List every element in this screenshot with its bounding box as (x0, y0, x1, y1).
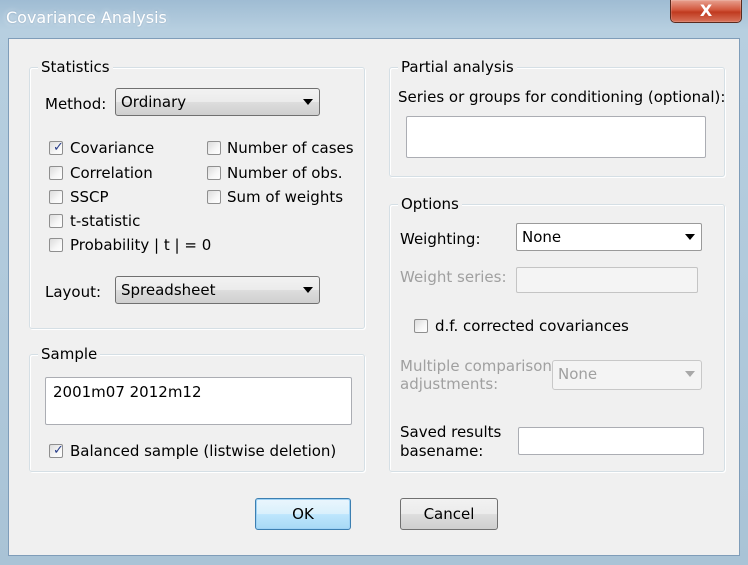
chevron-down-icon (303, 99, 313, 105)
sum-of-weights-label: Sum of weights (227, 188, 344, 206)
t-statistic-checkbox[interactable] (49, 214, 63, 228)
conditioning-series-input[interactable] (406, 116, 706, 158)
options-legend: Options (398, 195, 462, 213)
weighting-dropdown[interactable]: None (516, 223, 702, 251)
options-group: Options Weighting: None Weight series: d… (389, 195, 725, 472)
df-corrected-checkbox[interactable] (414, 319, 428, 333)
close-icon: X (699, 1, 713, 20)
balanced-sample-label: Balanced sample (listwise deletion) (70, 442, 337, 460)
check-icon: ✓ (53, 443, 64, 458)
ok-button[interactable]: OK (255, 498, 351, 530)
close-button[interactable]: X (670, 0, 742, 23)
correlation-label: Correlation (70, 164, 153, 182)
check-icon: ✓ (53, 140, 64, 155)
sample-input-value: 2001m07 2012m12 (53, 383, 202, 401)
saved-results-basename-input[interactable] (518, 427, 704, 455)
multiple-comparison-label-line1: Multiple comparison (400, 357, 552, 375)
sample-input[interactable]: 2001m07 2012m12 (45, 377, 352, 425)
sample-group: Sample 2001m07 2012m12 ✓ Balanced sample… (29, 345, 365, 472)
method-dropdown-value: Ordinary (121, 93, 187, 111)
weight-series-label: Weight series: (400, 268, 507, 286)
method-dropdown[interactable]: Ordinary (115, 88, 320, 116)
weighting-dropdown-value: None (522, 228, 562, 246)
method-label: Method: (45, 95, 107, 113)
sscp-checkbox[interactable] (49, 190, 63, 204)
window-title: Covariance Analysis (6, 8, 167, 27)
probability-checkbox[interactable] (49, 238, 63, 252)
layout-dropdown[interactable]: Spreadsheet (115, 276, 320, 304)
layout-label: Layout: (45, 283, 102, 301)
covariance-label: Covariance (70, 139, 155, 157)
dialog-window: Covariance Analysis X Statistics Method:… (0, 0, 748, 565)
sum-of-weights-checkbox[interactable] (207, 190, 221, 204)
number-of-cases-checkbox[interactable] (207, 141, 221, 155)
saved-results-label-line1: Saved results (400, 423, 502, 441)
cancel-button[interactable]: Cancel (400, 498, 498, 530)
layout-dropdown-value: Spreadsheet (121, 281, 216, 299)
statistics-group: Statistics Method: Ordinary ✓ Covariance… (29, 58, 365, 329)
number-of-cases-label: Number of cases (227, 139, 354, 157)
weighting-label: Weighting: (400, 230, 481, 248)
number-of-obs-label: Number of obs. (227, 164, 343, 182)
saved-results-label-line2: basename: (400, 442, 484, 460)
multiple-comparison-dropdown[interactable]: None (552, 360, 702, 390)
chevron-down-icon (685, 234, 695, 240)
partial-analysis-group: Partial analysis Series or groups for co… (389, 58, 726, 177)
weight-series-input[interactable] (516, 267, 698, 293)
chevron-down-icon (685, 371, 695, 377)
multiple-comparison-label-line2: adjustments: (400, 375, 499, 393)
number-of-obs-checkbox[interactable] (207, 166, 221, 180)
title-bar[interactable]: Covariance Analysis X (0, 0, 748, 38)
sscp-label: SSCP (70, 188, 109, 206)
probability-label: Probability | t | = 0 (70, 236, 212, 254)
multiple-comparison-value: None (558, 365, 598, 383)
dialog-client-area: Statistics Method: Ordinary ✓ Covariance… (8, 38, 740, 556)
partial-analysis-legend: Partial analysis (398, 58, 517, 76)
conditioning-series-label: Series or groups for conditioning (optio… (398, 88, 726, 106)
sample-legend: Sample (38, 345, 101, 363)
df-corrected-label: d.f. corrected covariances (435, 317, 629, 335)
correlation-checkbox[interactable] (49, 166, 63, 180)
balanced-sample-checkbox[interactable]: ✓ (49, 443, 64, 458)
chevron-down-icon (303, 287, 313, 293)
statistics-legend: Statistics (38, 58, 113, 76)
t-statistic-label: t-statistic (70, 212, 141, 230)
covariance-checkbox[interactable]: ✓ (49, 140, 64, 155)
